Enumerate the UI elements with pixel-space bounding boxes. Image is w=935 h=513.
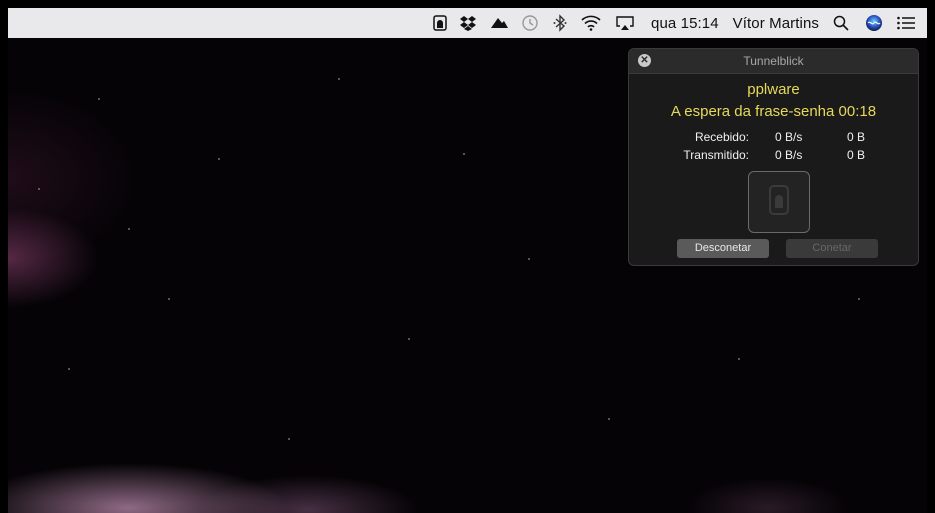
notification-center-icon[interactable] bbox=[897, 8, 915, 38]
received-rate: 0 B/s bbox=[775, 130, 803, 144]
connection-state-icon-box bbox=[748, 171, 810, 233]
tunnel-lock-icon bbox=[768, 184, 790, 220]
connect-button[interactable]: Conetar bbox=[786, 239, 878, 258]
tunnelblick-status-window: ✕ Tunnelblick pplware A espera da frase-… bbox=[628, 48, 919, 266]
menu-bar: qua 15:14 Vítor Martins bbox=[8, 8, 927, 38]
tunnelblick-icon[interactable] bbox=[433, 8, 447, 38]
window-title: Tunnelblick bbox=[743, 54, 804, 68]
airplay-icon[interactable] bbox=[615, 8, 635, 38]
transmitted-total: 0 B bbox=[847, 148, 866, 162]
wifi-icon[interactable] bbox=[581, 8, 601, 38]
menubar-user-name[interactable]: Vítor Martins bbox=[733, 8, 819, 38]
dropbox-icon[interactable] bbox=[459, 8, 477, 38]
disconnect-button[interactable]: Desconetar bbox=[677, 239, 769, 258]
connection-name: pplware bbox=[747, 81, 800, 98]
search-icon[interactable] bbox=[833, 8, 849, 38]
connection-status: A espera da frase-senha 00:18 bbox=[670, 103, 877, 120]
received-total: 0 B bbox=[847, 130, 866, 144]
cloud-icon[interactable] bbox=[489, 8, 509, 38]
menubar-clock[interactable]: qua 15:14 bbox=[651, 8, 719, 38]
window-titlebar: ✕ Tunnelblick bbox=[629, 49, 918, 74]
bluetooth-icon[interactable] bbox=[553, 8, 567, 38]
received-label: Recebido: bbox=[694, 130, 749, 144]
transmitted-rate: 0 B/s bbox=[775, 148, 803, 162]
time-machine-icon[interactable] bbox=[521, 8, 539, 38]
siri-icon[interactable] bbox=[865, 8, 883, 38]
transmitted-label: Transmitido: bbox=[683, 148, 749, 162]
